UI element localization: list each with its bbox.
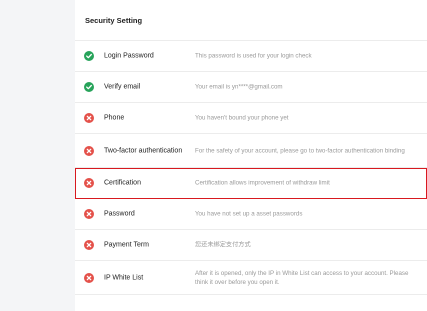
check-circle-icon [84, 82, 94, 92]
item-label: Verify email [104, 83, 141, 91]
security-item-two-factor-authentication[interactable]: Two-factor authentication For the safety … [75, 134, 427, 168]
item-description: Certification allows improvement of with… [195, 179, 330, 187]
item-label: Login Password [104, 52, 154, 60]
security-item-certification[interactable]: Certification Certification allows improv… [75, 168, 427, 199]
item-label: IP White List [104, 274, 144, 281]
security-item-password[interactable]: Password You have not set up a asset pass… [75, 199, 427, 230]
item-description: 您还未绑定支付方式 [195, 241, 251, 249]
x-circle-icon [84, 209, 94, 219]
x-circle-icon [84, 272, 94, 283]
security-item-login-password[interactable]: Login Password This password is used for … [75, 41, 427, 72]
x-circle-icon [84, 113, 94, 123]
item-label: Payment Term [104, 241, 149, 249]
check-circle-icon [84, 51, 94, 61]
security-list: Login Password This password is used for … [75, 41, 427, 295]
item-description: For the safety of your account, please g… [195, 147, 405, 154]
item-description: You haven't bound your phone yet [195, 114, 289, 122]
item-description: Your email is yn****@gmail.com [195, 83, 283, 91]
item-description: After it is opened, only the IP in White… [195, 269, 409, 286]
x-circle-icon [84, 178, 94, 188]
item-description: This password is used for your login che… [195, 52, 312, 60]
security-panel: Security Setting Login Password This pass… [75, 0, 427, 311]
security-item-verify-email[interactable]: Verify email Your email is yn****@gmail.c… [75, 72, 427, 103]
security-item-ip-white-list[interactable]: IP White List After it is opened, only th… [75, 261, 427, 295]
item-label: Password [104, 210, 135, 218]
item-label: Certification [104, 179, 141, 187]
security-item-phone[interactable]: Phone You haven't bound your phone yet [75, 103, 427, 134]
item-label: Phone [104, 114, 125, 122]
sidebar [0, 0, 75, 311]
x-circle-icon [84, 145, 94, 156]
item-description: You have not set up a asset passwords [195, 210, 303, 218]
x-circle-icon [84, 240, 94, 250]
security-item-payment-term[interactable]: Payment Term 您还未绑定支付方式 [75, 230, 427, 261]
item-label: Two-factor authentication [104, 147, 183, 154]
panel-title: Security Setting [75, 0, 427, 41]
